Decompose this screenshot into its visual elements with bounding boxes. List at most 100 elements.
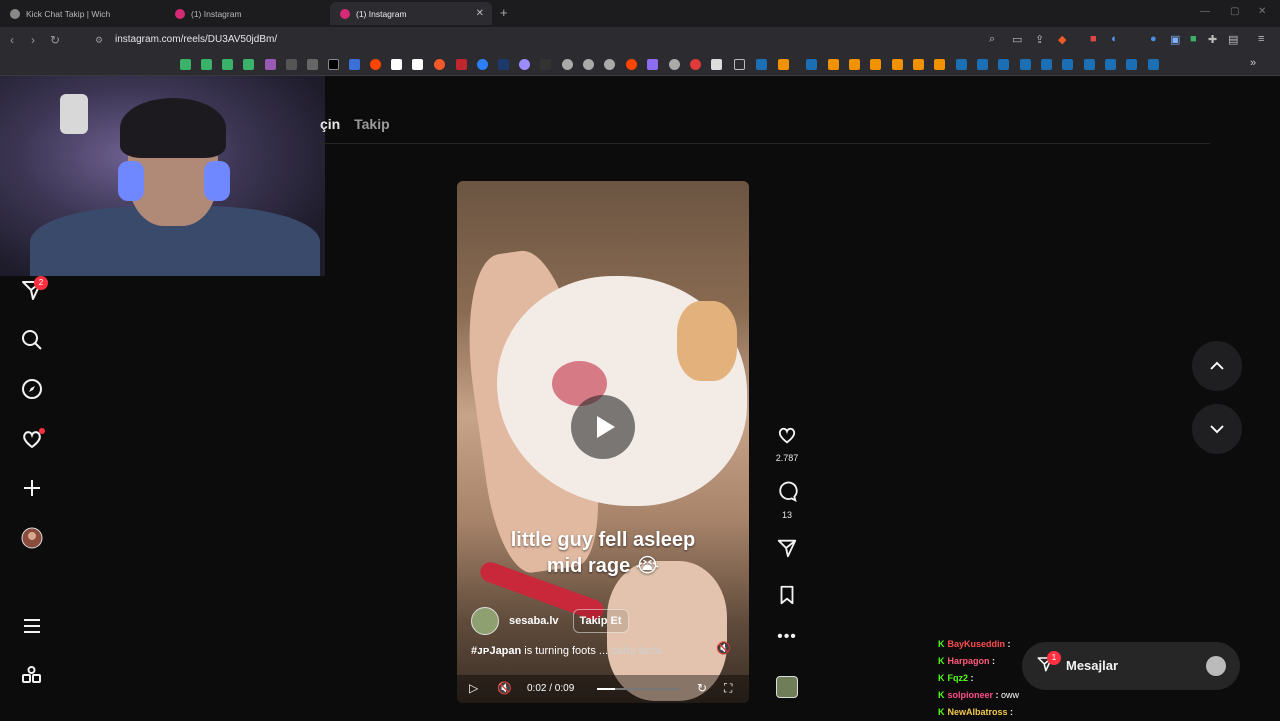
bookmark-icon[interactable] <box>519 59 530 70</box>
messages-drawer-button[interactable]: 1 Mesajlar <box>1022 642 1240 690</box>
show-more-link[interactable]: daha fazla <box>611 645 662 657</box>
steam-icon[interactable] <box>1105 59 1116 70</box>
bookmark-icon[interactable] <box>180 59 191 70</box>
create-plus-icon[interactable] <box>20 476 44 500</box>
close-window-icon[interactable]: ✕ <box>1258 6 1266 17</box>
bookmark-icon[interactable] <box>870 59 881 70</box>
volume-muted-icon[interactable]: 🔇 <box>497 681 512 695</box>
search-icon[interactable] <box>20 328 44 352</box>
steam-icon[interactable] <box>1062 59 1073 70</box>
cast-icon[interactable]: ▭ <box>1012 33 1022 46</box>
more-bookmarks-icon[interactable]: » <box>1250 57 1256 69</box>
site-info-icon[interactable]: ⚙ <box>95 35 103 46</box>
explore-compass-icon[interactable] <box>20 377 44 401</box>
comment-icon[interactable] <box>776 481 798 503</box>
bookmark-icon[interactable] <box>412 59 423 70</box>
bookmark-icon[interactable] <box>690 59 701 70</box>
reddit-icon[interactable] <box>370 59 381 70</box>
bookmark-icon[interactable] <box>265 59 276 70</box>
bookmark-icon[interactable] <box>778 59 789 70</box>
back-icon[interactable]: ‹ <box>10 33 14 47</box>
steam-icon[interactable] <box>1041 59 1052 70</box>
more-options[interactable]: ••• <box>772 628 802 646</box>
tab-for-you[interactable]: çin <box>320 116 340 132</box>
share-icon[interactable]: ⇪ <box>1035 33 1044 46</box>
tab-instagram-active[interactable]: (1) Instagram ✕ <box>330 2 492 25</box>
bookmark-icon[interactable] <box>540 59 551 70</box>
bookmark-icon[interactable] <box>669 59 680 70</box>
comment-action[interactable]: 13 <box>772 481 802 520</box>
video-progress-bar[interactable] <box>597 688 681 690</box>
heart-icon[interactable] <box>776 424 798 446</box>
bookmark-icon[interactable] <box>243 59 254 70</box>
tab-following[interactable]: Takip <box>354 116 390 132</box>
more-dots-icon[interactable]: ••• <box>777 628 797 645</box>
steam-icon[interactable] <box>1020 59 1031 70</box>
bookmark-save-icon[interactable] <box>776 584 798 606</box>
profile-avatar[interactable] <box>20 526 44 550</box>
bookmark-icon[interactable] <box>913 59 924 70</box>
reel-video-player[interactable]: little guy fell asleep mid rage 😭 sesaba… <box>457 181 749 703</box>
bookmark-icon[interactable] <box>828 59 839 70</box>
bookmark-icon[interactable] <box>711 59 722 70</box>
steam-icon[interactable] <box>756 59 767 70</box>
bookmark-icon[interactable] <box>349 59 360 70</box>
description-hashtag[interactable]: #ᴊᴘJapan <box>471 645 521 657</box>
author-username[interactable]: sesaba.lv <box>509 615 559 627</box>
reload-icon[interactable]: ↻ <box>50 33 60 47</box>
minimize-icon[interactable]: — <box>1200 6 1210 17</box>
maximize-icon[interactable]: ▢ <box>1230 6 1239 17</box>
bookmark-icon[interactable] <box>498 59 509 70</box>
steam-icon[interactable] <box>956 59 967 70</box>
previous-reel-button[interactable] <box>1192 341 1242 391</box>
new-tab-button[interactable]: + <box>500 5 508 20</box>
forward-icon[interactable]: › <box>31 33 35 47</box>
x-icon[interactable] <box>328 59 339 70</box>
also-from-meta-icon[interactable] <box>20 665 44 689</box>
follow-button[interactable]: Takip Et <box>572 609 629 633</box>
extensions-puzzle-icon[interactable]: ✚ <box>1208 33 1217 46</box>
bookmark-icon[interactable] <box>222 59 233 70</box>
bookmark-icon[interactable] <box>201 59 212 70</box>
extension-icon[interactable]: ◖ <box>1110 33 1117 45</box>
replay-icon[interactable]: ↻ <box>697 681 707 695</box>
steam-icon[interactable] <box>1148 59 1159 70</box>
bookmark-icon[interactable] <box>647 59 658 70</box>
close-icon[interactable]: ✕ <box>476 8 484 19</box>
author-avatar[interactable] <box>471 607 499 635</box>
bookmark-icon[interactable] <box>849 59 860 70</box>
tab-kick-chat[interactable]: Kick Chat Takip | Wich <box>0 2 165 25</box>
folder-icon[interactable] <box>734 59 745 70</box>
steam-icon[interactable] <box>977 59 988 70</box>
steam-icon[interactable] <box>806 59 817 70</box>
extension-icon[interactable]: ■ <box>1190 33 1197 45</box>
bookmark-icon[interactable] <box>286 59 297 70</box>
play-icon[interactable]: ▷ <box>469 681 478 695</box>
extension-icon[interactable]: ▣ <box>1170 33 1180 46</box>
bookmark-icon[interactable] <box>391 59 402 70</box>
share-action[interactable] <box>772 537 802 564</box>
steam-icon[interactable] <box>998 59 1009 70</box>
fullscreen-icon[interactable]: ⛶ <box>724 681 732 696</box>
menu-icon[interactable]: ≡ <box>1258 33 1264 45</box>
like-action[interactable]: 2.787 <box>772 424 802 463</box>
tab-instagram-1[interactable]: (1) Instagram <box>165 2 330 25</box>
bookmark-icon[interactable] <box>307 59 318 70</box>
bookmark-icon[interactable] <box>583 59 594 70</box>
audio-thumbnail[interactable] <box>776 676 798 698</box>
zoom-icon[interactable]: ⌕ <box>989 33 995 46</box>
bookmark-icon[interactable] <box>477 59 488 70</box>
extension-icon[interactable]: ■ <box>1090 33 1097 45</box>
bookmark-icon[interactable] <box>934 59 945 70</box>
brave-shield-icon[interactable]: ◆ <box>1058 33 1066 46</box>
extension-icon[interactable]: ● <box>1150 33 1157 45</box>
bookmark-icon[interactable] <box>562 59 573 70</box>
steam-icon[interactable] <box>1084 59 1095 70</box>
save-action[interactable] <box>772 584 802 611</box>
next-reel-button[interactable] <box>1192 404 1242 454</box>
steam-icon[interactable] <box>1126 59 1137 70</box>
bookmark-icon[interactable] <box>456 59 467 70</box>
url-field[interactable]: instagram.com/reels/DU3AV50jdBm/ <box>115 34 277 45</box>
more-menu-icon[interactable] <box>20 614 44 638</box>
share-paper-plane-icon[interactable] <box>776 537 798 559</box>
